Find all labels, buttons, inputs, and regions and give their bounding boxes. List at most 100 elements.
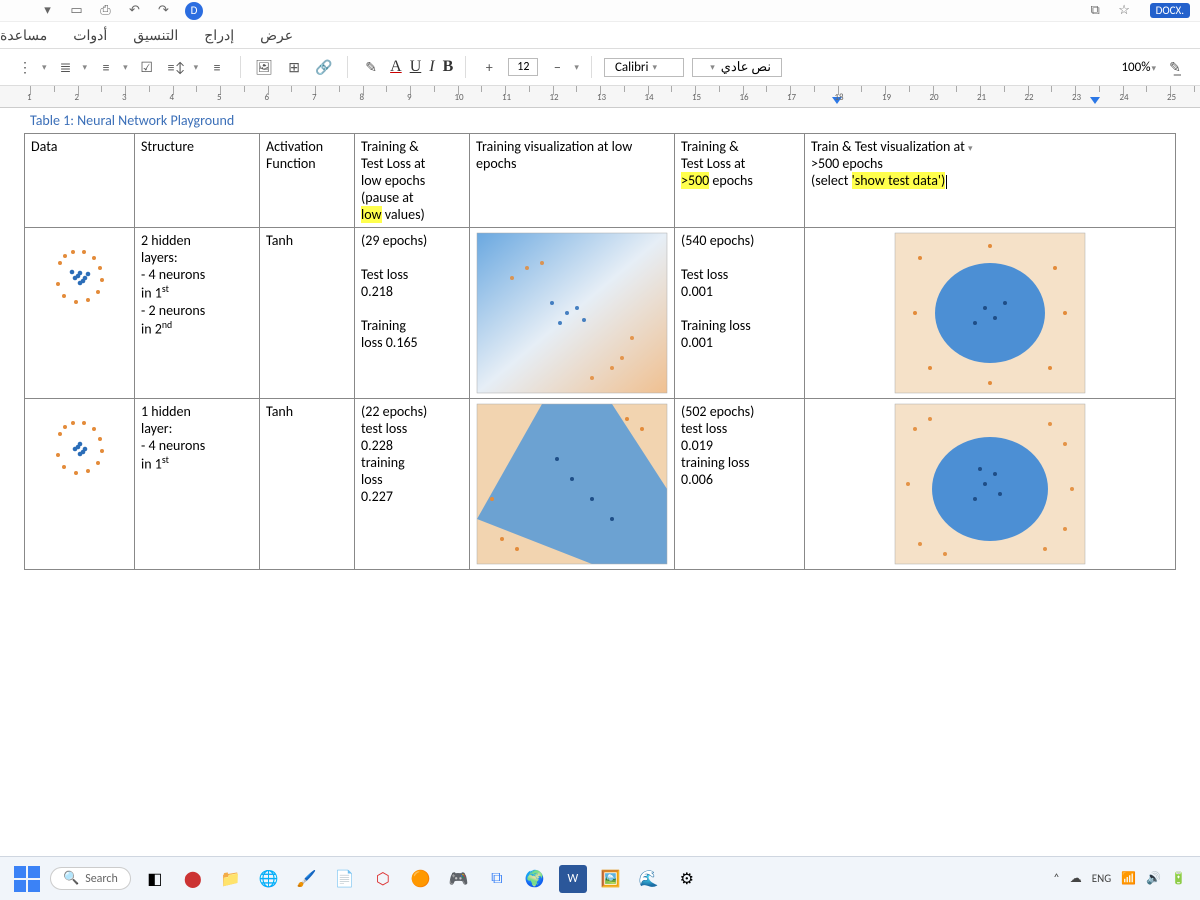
- system-tray[interactable]: ˄ ☁ ENG 📶 🔊 🔋: [1053, 871, 1186, 886]
- activation-cell[interactable]: Tanh: [260, 228, 355, 399]
- structure-cell[interactable]: 1 hidden layer: - 4 neurons in 1st: [135, 399, 260, 570]
- editing-mode-icon[interactable]: ✎̲: [1164, 56, 1186, 78]
- bullets-icon[interactable]: ≡: [95, 56, 117, 78]
- header-hi-loss[interactable]: Training & Test Loss at >500 epochs: [675, 134, 805, 228]
- photos-icon[interactable]: 🖼️: [597, 865, 625, 893]
- hi-loss-cell[interactable]: (540 epochs) Test loss 0.001 Training lo…: [675, 228, 805, 399]
- app-icon[interactable]: ⬡: [369, 865, 397, 893]
- tray-chevron-icon[interactable]: ˄: [1053, 872, 1059, 886]
- vscode-icon[interactable]: ⧉: [483, 865, 511, 893]
- menu-tools[interactable]: أدوات: [73, 27, 107, 44]
- ruler[interactable]: 1234567891011121314151617181920212223242…: [0, 86, 1200, 108]
- indent-left-icon[interactable]: ≣: [55, 56, 77, 78]
- word-icon[interactable]: W: [559, 865, 587, 893]
- dropdown-icon[interactable]: ▾: [42, 62, 47, 73]
- edge-icon[interactable]: 🌊: [635, 865, 663, 893]
- steam-icon[interactable]: ⚙: [673, 865, 701, 893]
- paragraph-style-select[interactable]: نص عادي▾: [692, 58, 782, 77]
- insert-link-icon[interactable]: 🔗: [313, 56, 335, 78]
- ruler-number: 24: [1120, 92, 1129, 103]
- volume-icon[interactable]: 🔊: [1146, 871, 1161, 886]
- wifi-icon[interactable]: 📶: [1121, 871, 1136, 886]
- text-cursor: [946, 175, 947, 189]
- document-body[interactable]: Table 1: Neural Network Playground Data …: [0, 108, 1200, 570]
- header-activation[interactable]: Activation Function: [260, 134, 355, 228]
- font-family-select[interactable]: Calibri▾: [604, 58, 684, 77]
- hi-loss-cell[interactable]: (502 epochs) test loss 0.019 training lo…: [675, 399, 805, 570]
- ruler-indent-marker[interactable]: [1090, 97, 1100, 104]
- data-thumb-cell[interactable]: [25, 228, 135, 399]
- highlight-icon[interactable]: ✎: [360, 56, 382, 78]
- bold-button[interactable]: B: [443, 58, 454, 76]
- app-icon[interactable]: 🟠: [407, 865, 435, 893]
- structure-cell[interactable]: 2 hidden layers: - 4 neurons in 1st - 2 …: [135, 228, 260, 399]
- task-view-icon[interactable]: ◧: [141, 865, 169, 893]
- low-loss-cell[interactable]: (29 epochs) Test loss 0.218 Training los…: [355, 228, 470, 399]
- taskbar-search[interactable]: 🔍 Search: [50, 867, 131, 890]
- table-caption[interactable]: Table 1: Neural Network Playground: [24, 108, 1176, 133]
- more-icon[interactable]: ⋮: [14, 56, 36, 78]
- star-icon[interactable]: ☆: [1117, 3, 1132, 18]
- redo-icon[interactable]: ↷: [156, 3, 171, 18]
- header-data[interactable]: Data: [25, 134, 135, 228]
- dropdown-icon[interactable]: ▾: [194, 62, 199, 73]
- battery-icon[interactable]: 🔋: [1171, 871, 1186, 886]
- open-icon[interactable]: ▭: [69, 3, 84, 18]
- fontsize-decrease-icon[interactable]: −: [546, 56, 568, 78]
- app-icon[interactable]: 🌍: [521, 865, 549, 893]
- doc-badge-icon[interactable]: D: [185, 2, 203, 20]
- dropdown-icon[interactable]: ▾: [123, 62, 128, 73]
- chrome-icon[interactable]: 🌐: [255, 865, 283, 893]
- dropdown-icon[interactable]: ▾: [40, 3, 55, 18]
- low-vis-cell[interactable]: [470, 228, 675, 399]
- insert-table-icon[interactable]: ⊞: [283, 56, 305, 78]
- print-icon[interactable]: ⎙: [98, 3, 113, 18]
- align-icon[interactable]: ≡: [206, 56, 228, 78]
- checklist-icon[interactable]: ☑: [136, 56, 158, 78]
- header-low-loss[interactable]: Training & Test Loss at low epochs (paus…: [355, 134, 470, 228]
- italic-button[interactable]: I: [429, 58, 434, 76]
- menu-insert[interactable]: إدراج: [204, 27, 234, 44]
- low-vis-cell[interactable]: [470, 399, 675, 570]
- insert-image-icon[interactable]: 🖼: [253, 56, 275, 78]
- ruler-number: 14: [645, 92, 654, 103]
- header-low-vis[interactable]: Training visualization at low epochs: [470, 134, 675, 228]
- language-indicator[interactable]: ENG: [1092, 872, 1111, 885]
- font-size-input[interactable]: 12: [508, 58, 538, 76]
- app-icon[interactable]: ⬤: [179, 865, 207, 893]
- app-icon[interactable]: 🎮: [445, 865, 473, 893]
- file-explorer-icon[interactable]: 📁: [217, 865, 245, 893]
- table-row[interactable]: 2 hidden layers: - 4 neurons in 1st - 2 …: [25, 228, 1176, 399]
- menu-help[interactable]: مساعدة: [0, 27, 47, 44]
- search-icon: 🔍: [63, 871, 79, 886]
- separator: [347, 56, 348, 78]
- app-icon[interactable]: 🖌️: [293, 865, 321, 893]
- text-color-button[interactable]: A: [390, 58, 402, 76]
- hi-vis-cell[interactable]: [805, 228, 1176, 399]
- fontsize-increase-icon[interactable]: +: [478, 56, 500, 78]
- header-hi-vis[interactable]: Train & Test visualization at ▾ >500 epo…: [805, 134, 1176, 228]
- zoom-select[interactable]: 100% ▾: [1121, 60, 1156, 75]
- ruler-number: 12: [550, 92, 559, 103]
- data-thumb-cell[interactable]: [25, 399, 135, 570]
- share-icon[interactable]: ⧉: [1088, 3, 1103, 18]
- low-loss-cell[interactable]: (22 epochs) test loss 0.228 training los…: [355, 399, 470, 570]
- start-button[interactable]: [14, 866, 40, 892]
- table-row[interactable]: 1 hidden layer: - 4 neurons in 1st Tanh …: [25, 399, 1176, 570]
- ruler-number: 1: [27, 92, 32, 103]
- menu-view[interactable]: عرض: [260, 27, 293, 44]
- menu-format[interactable]: التنسيق: [133, 27, 178, 44]
- dropdown-icon[interactable]: ▾: [83, 62, 88, 73]
- line-spacing-icon[interactable]: ≡↕: [166, 56, 188, 78]
- activation-cell[interactable]: Tanh: [260, 399, 355, 570]
- dropdown-icon[interactable]: ▾: [574, 62, 579, 73]
- onedrive-icon[interactable]: ☁: [1070, 871, 1082, 886]
- header-structure[interactable]: Structure: [135, 134, 260, 228]
- underline-button[interactable]: U: [410, 58, 422, 76]
- data-spiral-thumb: [40, 409, 120, 489]
- hi-vis-cell[interactable]: [805, 399, 1176, 570]
- nn-table[interactable]: Data Structure Activation Function Train…: [24, 133, 1176, 570]
- ruler-number: 2: [75, 92, 80, 103]
- app-icon[interactable]: 📄: [331, 865, 359, 893]
- undo-icon[interactable]: ↶: [127, 3, 142, 18]
